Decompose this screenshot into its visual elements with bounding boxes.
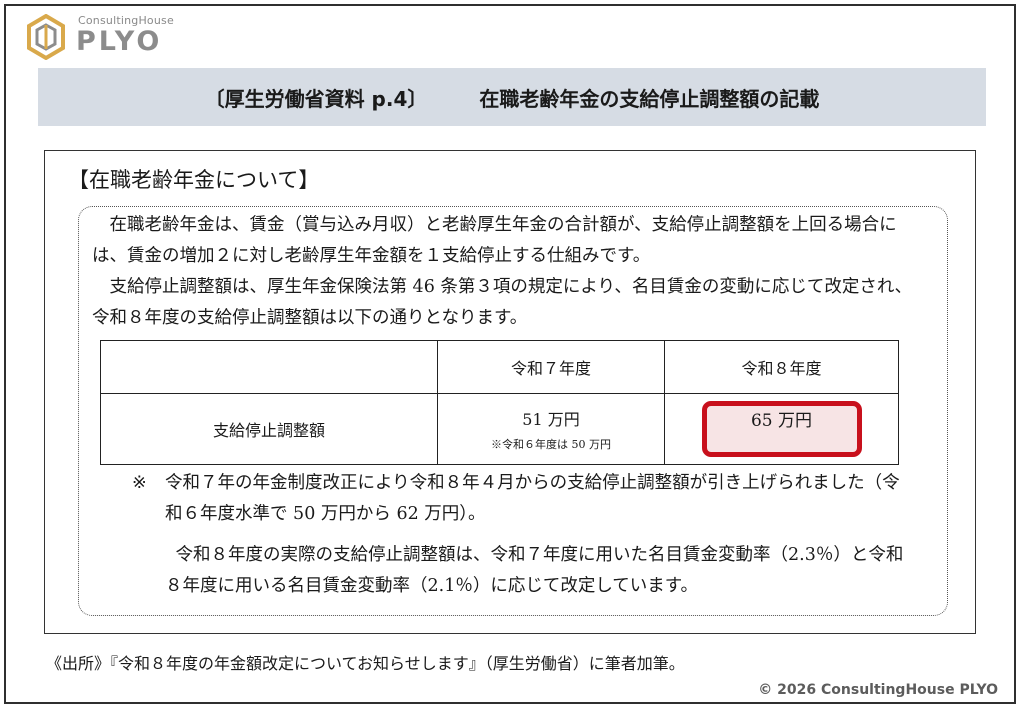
adjustment-table: 令和７年度 令和８年度 支給停止調整額 51 万円 ※令和６年度は 50 万円 … — [100, 340, 899, 465]
table-row: 支給停止調整額 51 万円 ※令和６年度は 50 万円 65 万円 — [100, 393, 899, 465]
page-title: 在職老齢年金の支給停止調整額の記載 — [479, 86, 820, 111]
r8-highlight: 65 万円 — [701, 401, 862, 457]
brand-name: PLYO — [76, 26, 163, 57]
brand-logo: ConsultingHouse PLYO — [26, 12, 206, 62]
table-header-r8: 令和８年度 — [664, 340, 899, 394]
table-header-row: 令和７年度 令和８年度 — [100, 340, 899, 394]
title-band: 〔厚生労働省資料 p.4〕 在職老齢年金の支給停止調整額の記載 — [38, 68, 986, 126]
copyright: © 2026 ConsultingHouse PLYO — [758, 682, 998, 698]
r7-value: 51 万円 — [522, 410, 580, 429]
table-cell-r7: 51 万円 ※令和６年度は 50 万円 — [437, 393, 665, 465]
paragraph-2: 支給停止調整額は、厚生年金保険法第 46 条第３項の規定により、名目賃金の変動に… — [92, 277, 913, 328]
paragraph-1: 在職老齢年金は、賃金（賞与込み月収）と老齢厚生年金の合計額が、支給停止調整額を上… — [92, 215, 897, 266]
box-heading: 【在職老齢年金について】 — [68, 168, 320, 192]
source-citation: 《出所》『令和８年度の年金額改定についてお知らせします』（厚生労働省）に筆者加筆… — [46, 654, 685, 673]
table-header-blank — [100, 340, 438, 394]
r7-note: ※令和６年度は 50 万円 — [491, 438, 611, 451]
note-text: 令和７年の年金制度改正により令和８年４月からの支給停止調整額が引き上げられました… — [165, 473, 900, 524]
table-row-label: 支給停止調整額 — [100, 393, 438, 465]
title-source-ref: 〔厚生労働省資料 p.4〕 — [204, 86, 428, 111]
note-mark: ※ — [132, 473, 147, 493]
table-header-r7: 令和７年度 — [437, 340, 665, 394]
table-cell-r8: 65 万円 — [664, 393, 899, 465]
paragraph-3: 令和８年度の実際の支給停止調整額は、令和７年度に用いた名目賃金変動率（2.3％）… — [165, 545, 904, 596]
hexagon-logo-icon — [27, 14, 65, 60]
